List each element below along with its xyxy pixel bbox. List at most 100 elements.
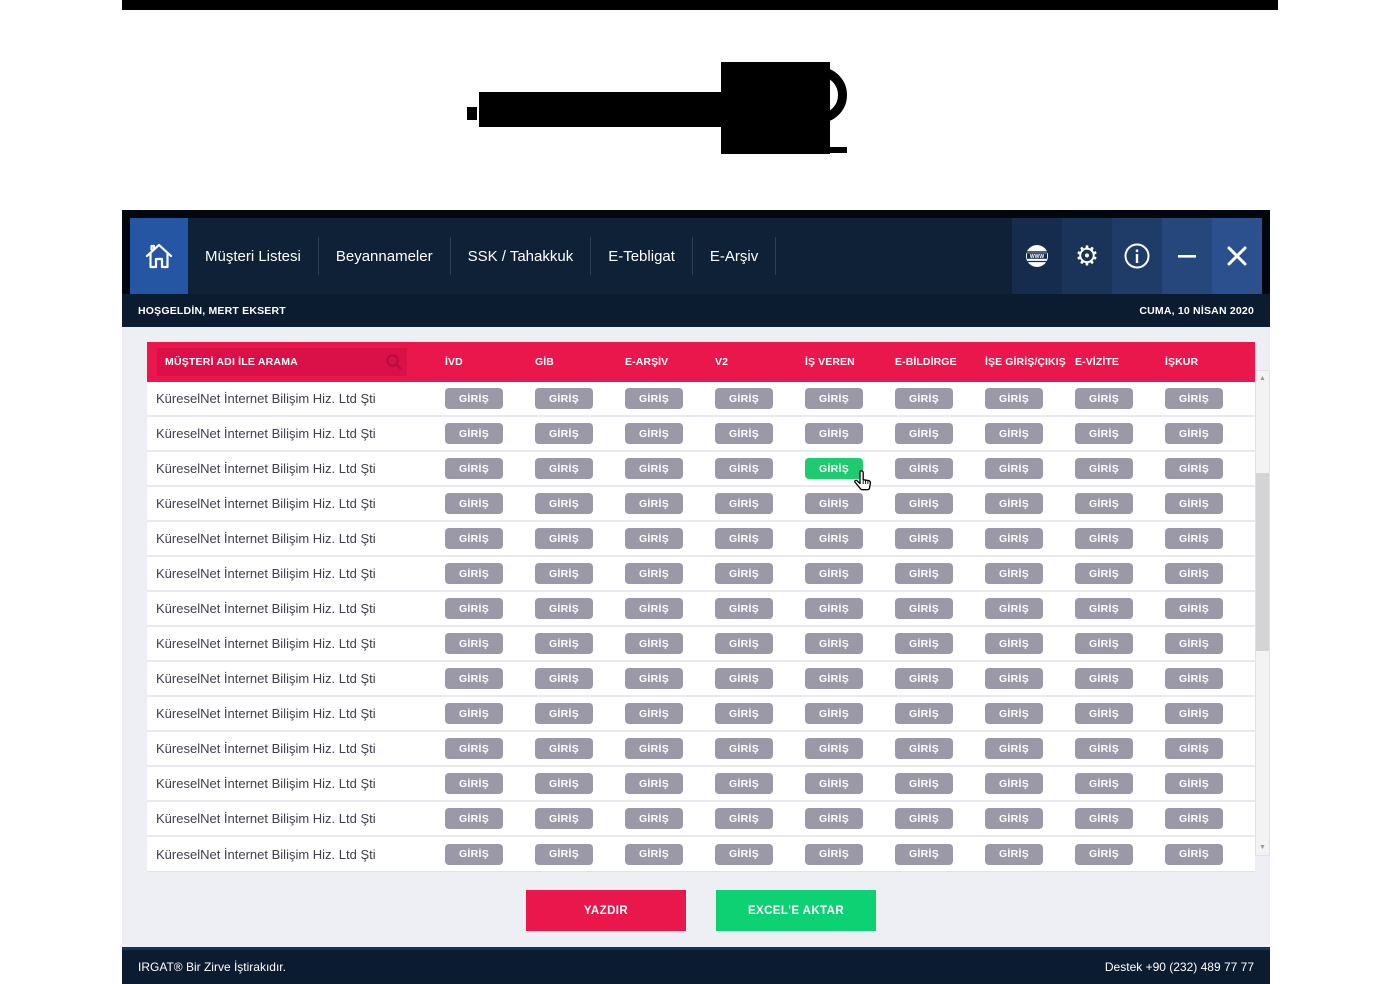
giris-button[interactable]: GİRİŞ bbox=[985, 808, 1043, 829]
giris-button[interactable]: GİRİŞ bbox=[445, 493, 503, 514]
giris-button[interactable]: GİRİŞ bbox=[895, 598, 953, 619]
giris-button[interactable]: GİRİŞ bbox=[535, 388, 593, 409]
giris-button[interactable]: GİRİŞ bbox=[715, 563, 773, 584]
giris-button[interactable]: GİRİŞ bbox=[1165, 738, 1223, 759]
giris-button[interactable]: GİRİŞ bbox=[1165, 668, 1223, 689]
giris-button[interactable]: GİRİŞ bbox=[445, 633, 503, 654]
nav-item-e-arsiv[interactable]: E-Arşiv bbox=[693, 218, 775, 294]
minimize-button[interactable] bbox=[1162, 218, 1212, 294]
giris-button[interactable]: GİRİŞ bbox=[1165, 528, 1223, 549]
giris-button[interactable]: GİRİŞ bbox=[1075, 773, 1133, 794]
giris-button[interactable]: GİRİŞ bbox=[715, 458, 773, 479]
giris-button[interactable]: GİRİŞ bbox=[1165, 633, 1223, 654]
giris-button[interactable]: GİRİŞ bbox=[625, 668, 683, 689]
giris-button[interactable]: GİRİŞ bbox=[715, 703, 773, 724]
giris-button[interactable]: GİRİŞ bbox=[535, 668, 593, 689]
giris-button[interactable]: GİRİŞ bbox=[445, 528, 503, 549]
giris-button[interactable]: GİRİŞ bbox=[445, 703, 503, 724]
giris-button[interactable]: GİRİŞ bbox=[535, 808, 593, 829]
giris-button[interactable]: GİRİŞ bbox=[1165, 388, 1223, 409]
nav-item-ssk-tahakkuk[interactable]: SSK / Tahakkuk bbox=[451, 218, 591, 294]
search-input[interactable] bbox=[157, 348, 381, 376]
giris-button[interactable]: GİRİŞ bbox=[535, 738, 593, 759]
giris-button[interactable]: GİRİŞ bbox=[1075, 844, 1133, 865]
giris-button[interactable]: GİRİŞ bbox=[985, 738, 1043, 759]
scroll-up-arrow[interactable]: ▲ bbox=[1256, 371, 1269, 386]
giris-button[interactable]: GİRİŞ bbox=[985, 773, 1043, 794]
giris-button[interactable]: GİRİŞ bbox=[1075, 808, 1133, 829]
giris-button[interactable]: GİRİŞ bbox=[715, 773, 773, 794]
giris-button[interactable]: GİRİŞ bbox=[985, 423, 1043, 444]
giris-button[interactable]: GİRİŞ bbox=[535, 844, 593, 865]
giris-button[interactable]: GİRİŞ bbox=[535, 528, 593, 549]
giris-button[interactable]: GİRİŞ bbox=[1165, 703, 1223, 724]
scrollbar[interactable]: ▲ ▼ bbox=[1255, 370, 1270, 856]
giris-button[interactable]: GİRİŞ bbox=[895, 844, 953, 865]
giris-button[interactable]: GİRİŞ bbox=[445, 423, 503, 444]
giris-button[interactable]: GİRİŞ bbox=[625, 598, 683, 619]
giris-button[interactable]: GİRİŞ bbox=[625, 633, 683, 654]
close-button[interactable] bbox=[1212, 218, 1262, 294]
giris-button[interactable]: GİRİŞ bbox=[1165, 493, 1223, 514]
giris-button[interactable]: GİRİŞ bbox=[805, 844, 863, 865]
customer-search[interactable] bbox=[157, 348, 407, 376]
giris-button[interactable]: GİRİŞ bbox=[535, 598, 593, 619]
giris-button[interactable]: GİRİŞ bbox=[445, 844, 503, 865]
giris-button[interactable]: GİRİŞ bbox=[1165, 423, 1223, 444]
giris-button[interactable]: GİRİŞ bbox=[1075, 493, 1133, 514]
giris-button[interactable]: GİRİŞ bbox=[805, 773, 863, 794]
settings-button[interactable]: ⚙ bbox=[1062, 218, 1112, 294]
giris-button[interactable]: GİRİŞ bbox=[1075, 738, 1133, 759]
home-button[interactable] bbox=[130, 218, 188, 294]
giris-button[interactable]: GİRİŞ bbox=[1165, 808, 1223, 829]
giris-button[interactable]: GİRİŞ bbox=[895, 458, 953, 479]
giris-button[interactable]: GİRİŞ bbox=[895, 738, 953, 759]
giris-button[interactable]: GİRİŞ bbox=[625, 423, 683, 444]
giris-button[interactable]: GİRİŞ bbox=[805, 808, 863, 829]
print-button[interactable]: YAZDIR bbox=[526, 890, 686, 931]
giris-button[interactable]: GİRİŞ bbox=[715, 668, 773, 689]
giris-button[interactable]: GİRİŞ bbox=[445, 388, 503, 409]
giris-button[interactable]: GİRİŞ bbox=[985, 528, 1043, 549]
giris-button[interactable]: GİRİŞ bbox=[895, 388, 953, 409]
giris-button[interactable]: GİRİŞ bbox=[445, 458, 503, 479]
giris-button[interactable]: GİRİŞ bbox=[1075, 423, 1133, 444]
scroll-thumb[interactable] bbox=[1256, 473, 1269, 651]
giris-button[interactable]: GİRİŞ bbox=[985, 844, 1043, 865]
nav-item-beyannameler[interactable]: Beyannameler bbox=[319, 218, 450, 294]
giris-button[interactable]: GİRİŞ bbox=[1165, 844, 1223, 865]
giris-button[interactable]: GİRİŞ bbox=[535, 563, 593, 584]
giris-button[interactable]: GİRİŞ bbox=[1165, 598, 1223, 619]
giris-button[interactable]: GİRİŞ bbox=[1075, 703, 1133, 724]
giris-button[interactable]: GİRİŞ bbox=[895, 633, 953, 654]
giris-button[interactable]: GİRİŞ bbox=[895, 808, 953, 829]
info-button[interactable] bbox=[1112, 218, 1162, 294]
giris-button[interactable]: GİRİŞ bbox=[895, 563, 953, 584]
giris-button[interactable]: GİRİŞ bbox=[625, 773, 683, 794]
giris-button[interactable]: GİRİŞ bbox=[625, 388, 683, 409]
giris-button[interactable]: GİRİŞ bbox=[715, 633, 773, 654]
giris-button[interactable]: GİRİŞ bbox=[1165, 458, 1223, 479]
giris-button[interactable]: GİRİŞ bbox=[715, 493, 773, 514]
giris-button[interactable]: GİRİŞ bbox=[715, 844, 773, 865]
giris-button[interactable]: GİRİŞ bbox=[1165, 563, 1223, 584]
giris-button[interactable]: GİRİŞ bbox=[445, 808, 503, 829]
giris-button[interactable]: GİRİŞ bbox=[985, 703, 1043, 724]
nav-item-musteri-listesi[interactable]: Müşteri Listesi bbox=[188, 218, 318, 294]
giris-button[interactable]: GİRİŞ bbox=[1075, 458, 1133, 479]
giris-button[interactable]: GİRİŞ bbox=[445, 738, 503, 759]
giris-button[interactable]: GİRİŞ bbox=[1075, 633, 1133, 654]
giris-button[interactable]: GİRİŞ bbox=[985, 668, 1043, 689]
giris-button[interactable]: GİRİŞ bbox=[985, 598, 1043, 619]
giris-button[interactable]: GİRİŞ bbox=[445, 598, 503, 619]
giris-button[interactable]: GİRİŞ bbox=[625, 528, 683, 549]
giris-button[interactable]: GİRİŞ bbox=[805, 528, 863, 549]
giris-button[interactable]: GİRİŞ bbox=[715, 738, 773, 759]
giris-button[interactable]: GİRİŞ bbox=[535, 633, 593, 654]
giris-button[interactable]: GİRİŞ bbox=[805, 598, 863, 619]
giris-button[interactable]: GİRİŞ bbox=[625, 563, 683, 584]
giris-button[interactable]: GİRİŞ bbox=[805, 458, 863, 479]
giris-button[interactable]: GİRİŞ bbox=[625, 738, 683, 759]
giris-button[interactable]: GİRİŞ bbox=[535, 493, 593, 514]
giris-button[interactable]: GİRİŞ bbox=[1075, 388, 1133, 409]
